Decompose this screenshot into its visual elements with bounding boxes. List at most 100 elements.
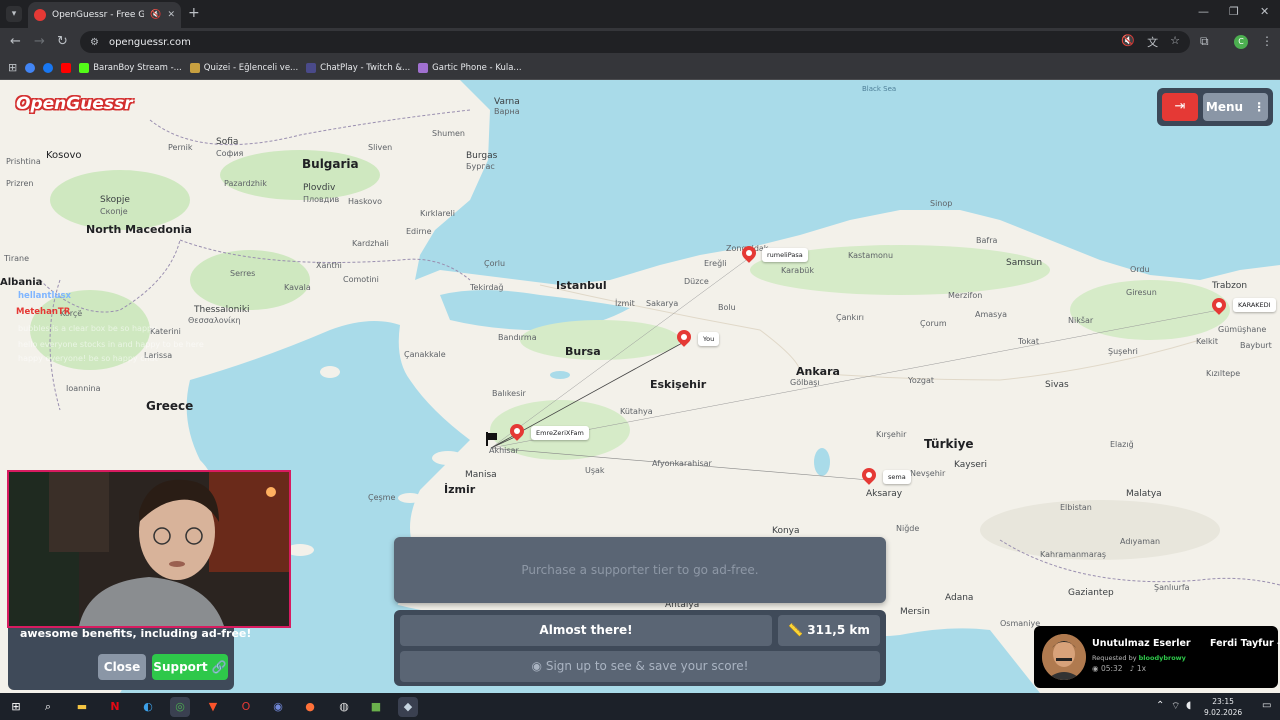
- address-bar[interactable]: ⚙ openguessr.com 🔇 文 ☆: [80, 31, 1190, 53]
- song-meta: ◉ 05:32 ♪ 1x: [1092, 664, 1147, 673]
- guess-pin[interactable]: [739, 243, 759, 266]
- apps-grid-icon[interactable]: ⊞: [8, 61, 17, 74]
- map-label-city: Uşak: [585, 466, 605, 475]
- chat-message: happy everyone! be so happy chat: [18, 354, 158, 363]
- mute-icon[interactable]: 🔇: [150, 10, 161, 20]
- map-label-city: Çeşme: [368, 493, 396, 502]
- bookmark-quizei[interactable]: Quizei - Eğlenceli ve...: [189, 62, 298, 73]
- restore-icon[interactable]: ❐: [1229, 5, 1239, 18]
- notifications-icon[interactable]: ▭: [1262, 700, 1271, 711]
- map-label-city: Yozgat: [908, 376, 935, 385]
- signup-button[interactable]: ◉ Sign up to see & save your score!: [400, 651, 880, 682]
- tray-chevron-icon[interactable]: ⌃: [1156, 700, 1164, 711]
- map-label-city: Şuşehri: [1108, 347, 1138, 356]
- openguessr-logo[interactable]: OpenGuessr: [16, 94, 132, 114]
- close-tab-icon[interactable]: ✕: [167, 10, 175, 20]
- minimize-icon[interactable]: —: [1198, 5, 1209, 18]
- bookmark-baranboy[interactable]: BaranBoy Stream -...: [79, 62, 182, 73]
- steam-icon[interactable]: ◆: [398, 697, 418, 717]
- reload-icon[interactable]: ↻: [57, 34, 68, 49]
- ad-placeholder: Purchase a supporter tier to go ad-free.: [394, 537, 886, 603]
- map-label-city: Thessaloniki: [194, 305, 250, 315]
- promo-text: awesome benefits, including ad-free!: [20, 627, 252, 640]
- map-label-city: Karabük: [781, 266, 814, 275]
- minecraft-icon[interactable]: ■: [366, 697, 386, 717]
- map-label-city: Aksaray: [866, 489, 903, 499]
- bookmark-gartic[interactable]: Gartic Phone - Kula...: [418, 62, 522, 73]
- requested-by: Requested by bloodybrowy: [1092, 654, 1186, 662]
- file-explorer-icon[interactable]: ▬: [72, 697, 92, 717]
- firefox-icon[interactable]: ●: [300, 697, 320, 717]
- user-icon: ◉: [531, 659, 542, 673]
- webcam-image: [9, 472, 289, 626]
- guess-pin[interactable]: [674, 327, 694, 350]
- map-label-city: Balıkesir: [492, 389, 526, 398]
- bookmarks-bar: ⊞ BaranBoy Stream -... Quizei - Eğlencel…: [0, 56, 1280, 80]
- new-tab-plus-icon[interactable]: +: [188, 5, 200, 21]
- media-muted-icon[interactable]: 🔇: [1121, 34, 1135, 50]
- menu-button[interactable]: Menu ⋮: [1203, 93, 1268, 121]
- map-label-city: Niğde: [896, 524, 920, 533]
- exit-icon[interactable]: ⇥: [1162, 93, 1198, 121]
- map-label-city: Бургас: [466, 162, 495, 171]
- bookmark-chatplay[interactable]: ChatPlay - Twitch &...: [306, 62, 410, 73]
- network-icon[interactable]: ⌔: [1171, 700, 1180, 713]
- guess-pin[interactable]: [507, 421, 527, 444]
- search-icon[interactable]: ⌕: [38, 697, 58, 717]
- obs-icon[interactable]: ◍: [334, 697, 354, 717]
- guess-pin[interactable]: [1209, 295, 1229, 318]
- result-status: Almost there!: [400, 615, 772, 646]
- map-label-city: Nevşehir: [910, 469, 946, 478]
- map-label-country: Kosovo: [46, 150, 82, 161]
- taskbar-clock[interactable]: 23:15 9.02.2026: [1204, 696, 1242, 718]
- map-label-city: Kızıltepe: [1206, 369, 1241, 378]
- forward-arrow-icon[interactable]: →: [34, 34, 45, 49]
- brave-icon[interactable]: ▼: [203, 697, 223, 717]
- correct-location-flag-icon: [486, 432, 497, 446]
- chat-message: bubbles is a clear box be so happy: [18, 324, 157, 333]
- close-button[interactable]: Close: [98, 654, 146, 680]
- map-label-city: Bolu: [718, 303, 736, 312]
- back-arrow-icon[interactable]: ←: [10, 34, 21, 49]
- result-map[interactable]: OpenGuessr Black Sea Bulgaria North Mace…: [0, 80, 1280, 693]
- chatplay-icon: [306, 62, 317, 73]
- map-label-city: Tekirdağ: [470, 283, 504, 292]
- gartic-icon: [418, 62, 429, 73]
- site-info-icon[interactable]: ⚙: [90, 37, 99, 48]
- support-button[interactable]: Support 🔗: [152, 654, 228, 680]
- webcam-overlay: [7, 470, 291, 628]
- volume-icon[interactable]: ◖: [1186, 700, 1191, 711]
- google-bookmark-icon[interactable]: [25, 62, 36, 73]
- map-label-city: Elazığ: [1110, 440, 1134, 449]
- facebook-bookmark-icon[interactable]: [43, 62, 54, 73]
- browser-menu-kebab-icon[interactable]: ⋮: [1261, 34, 1273, 48]
- map-label-city: Malatya: [1126, 489, 1162, 499]
- edge-icon[interactable]: ◐: [138, 697, 158, 717]
- map-label-city: Adana: [945, 593, 974, 603]
- map-label-city: Ordu: [1130, 265, 1150, 274]
- guess-pin-label: sema: [883, 470, 911, 484]
- map-label-city: Konya: [772, 526, 800, 536]
- map-label-city: Plovdiv: [303, 183, 336, 193]
- guess-pin[interactable]: [859, 465, 879, 488]
- chrome-icon[interactable]: ◎: [170, 697, 190, 717]
- tab-search-chevron-icon[interactable]: ▾: [6, 6, 22, 22]
- browser-tab-active[interactable]: OpenGuessr - Free GeoGuessr 🔇 ✕: [28, 2, 181, 28]
- extensions-puzzle-icon[interactable]: ⧉: [1200, 34, 1209, 49]
- map-label-city: Gümüşhane: [1218, 325, 1267, 334]
- map-label-city: Samsun: [1006, 258, 1043, 268]
- discord-icon[interactable]: ◉: [268, 697, 288, 717]
- url-text: openguessr.com: [108, 36, 191, 48]
- map-label-city: Ankara: [796, 365, 840, 378]
- guess-pin-label: EmreZeriXFam: [531, 426, 589, 440]
- profile-avatar[interactable]: C: [1234, 35, 1248, 49]
- windows-start-icon[interactable]: ⊞: [6, 697, 26, 717]
- netflix-icon[interactable]: N: [105, 697, 125, 717]
- youtube-bookmark-icon[interactable]: [61, 62, 72, 73]
- map-label-city: Burgas: [466, 151, 498, 161]
- map-label-city: Kırklareli: [420, 209, 455, 218]
- close-window-icon[interactable]: ✕: [1260, 5, 1269, 18]
- bookmark-star-icon[interactable]: ☆: [1170, 34, 1180, 50]
- opera-icon[interactable]: O: [236, 697, 256, 717]
- translate-icon[interactable]: 文: [1147, 34, 1158, 50]
